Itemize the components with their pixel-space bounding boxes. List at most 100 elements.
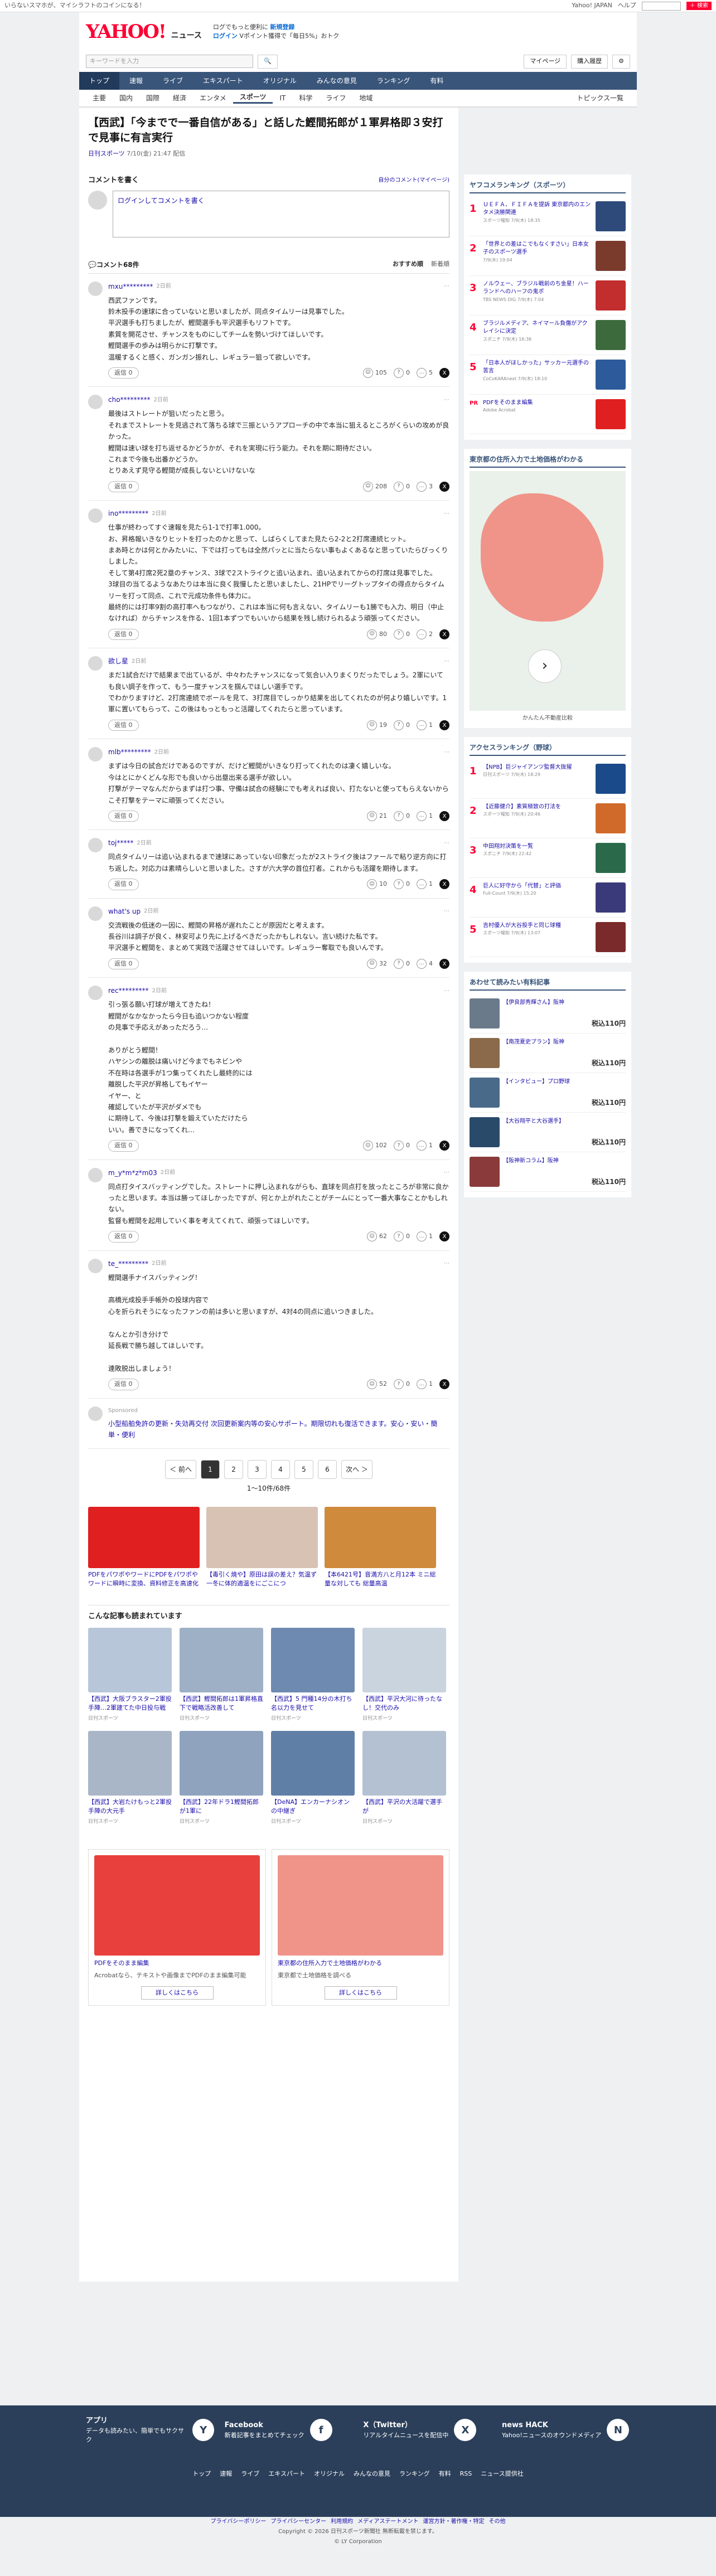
footer-link[interactable]: 有料 (439, 2470, 451, 2477)
agree-button[interactable]: ☺ 80 (367, 629, 387, 640)
nav-flash[interactable]: 速報 (119, 72, 153, 90)
ad-card[interactable]: 【毒引く焼や】原田は誤の差え？気温ず一冬に体的適温をにごこにつ (206, 1507, 318, 1588)
page-5[interactable]: 5 (294, 1460, 313, 1479)
gear-icon[interactable]: ⚙ (612, 55, 630, 69)
reply-button[interactable]: 返信 0 (108, 1379, 139, 1390)
policy-link[interactable]: メディアステートメント (357, 2519, 418, 2525)
agree-button[interactable]: ☺ 62 (367, 1231, 387, 1242)
comment-input[interactable]: ログインしてコメントを書く (113, 190, 449, 237)
page-3[interactable]: 3 (248, 1460, 267, 1479)
yahoo-japan-link[interactable]: Yahoo! JAPAN (572, 1, 612, 11)
think-button[interactable]: ? 0 (394, 1379, 410, 1390)
ranking-item[interactable]: 5 吉村優人が大谷投手と同じ球種 スポーツ報知 7/9(木) 13:07 (470, 918, 626, 957)
topics-list-link[interactable]: トピックス一覧 (570, 93, 630, 103)
comment-user[interactable]: 欲し星 (108, 656, 128, 666)
comment-user[interactable]: cho********* (108, 395, 151, 405)
think-button[interactable]: ? 0 (394, 811, 410, 822)
think-button[interactable]: ? 0 (394, 879, 410, 890)
policy-link[interactable]: 利用規約 (331, 2519, 353, 2525)
unsure-button[interactable]: … 2 (417, 629, 433, 640)
comment-user[interactable]: m_y*m*z*m03 (108, 1168, 157, 1178)
agree-button[interactable]: ☺ 19 (367, 720, 387, 731)
paid-article[interactable]: 【伊良部秀輝さん】阪神 税込110円 (470, 994, 626, 1034)
history-button[interactable]: 購入履歴 (571, 55, 608, 69)
nav-paid[interactable]: 有料 (420, 72, 453, 90)
paid-article[interactable]: 【インタビュー】プロ野球 税込110円 (470, 1073, 626, 1113)
web-search-input[interactable] (641, 1, 681, 11)
footer-link[interactable]: ランキング (399, 2470, 430, 2477)
report-link[interactable]: ⋯ (444, 510, 449, 518)
report-link[interactable]: ⋯ (444, 1168, 449, 1177)
help-link[interactable]: ヘルプ (618, 1, 636, 11)
related-article[interactable]: 【西武】鰹間拓郎は1軍昇格直下で戦略活改善して 日刊スポーツ (180, 1627, 263, 1723)
nav-opinion[interactable]: みんなの意見 (307, 72, 367, 90)
comment-user[interactable]: rec********* (108, 986, 149, 996)
paid-article[interactable]: 【阪神新コラム】阪神 税込110円 (470, 1152, 626, 1192)
page-4[interactable]: 4 (271, 1460, 290, 1479)
next-page-button[interactable]: 次へ ＞ (341, 1460, 372, 1479)
reply-button[interactable]: 返信 0 (108, 879, 139, 890)
x-share-icon[interactable]: X (439, 629, 449, 640)
cat-domestic[interactable]: 国内 (113, 93, 139, 103)
think-button[interactable]: ? 0 (394, 368, 410, 379)
cat-local[interactable]: 地域 (352, 93, 379, 103)
search-icon[interactable]: 🔍 (258, 55, 278, 69)
pr-item[interactable]: PR PDFをそのまま編集 Adobe Acrobat (470, 395, 626, 434)
think-button[interactable]: ? 0 (394, 720, 410, 731)
sort-newest-tab[interactable]: 新着順 (431, 260, 449, 269)
reply-button[interactable]: 返信 0 (108, 958, 139, 970)
agree-button[interactable]: ☺ 105 (363, 368, 387, 379)
comment-user[interactable]: te_********* (108, 1259, 148, 1269)
comment-user[interactable]: ino********* (108, 508, 148, 518)
map-ad-panel[interactable]: 東京都の住所入力で土地価格がわかる › かんたん不動産比較 (464, 448, 631, 728)
cat-life[interactable]: ライフ (319, 93, 352, 103)
sponsored-text[interactable]: 小型船舶免許の更新・失効再交付 次回更新案内等の安心サポート。期限切れも復活でき… (108, 1418, 449, 1441)
ranking-item[interactable]: 1 ＵＥＦＡ、ＦＩＦＡを提訴 東京都内のエンタメ決勝関連 スポーツ報知 7/9(木)… (470, 197, 626, 236)
ranking-item[interactable]: 4 ブラジルメディア、ネイマール負傷がアクレイシに決定 スポニチ 7/9(木) 16… (470, 316, 626, 355)
report-link[interactable]: ⋯ (444, 1259, 449, 1268)
footer-link[interactable]: ニュース提供社 (481, 2470, 523, 2477)
learn-more-button[interactable]: 詳しくはこちら (141, 1986, 214, 2000)
x-share-icon[interactable]: X (439, 1231, 449, 1242)
agree-button[interactable]: ☺ 52 (367, 1379, 387, 1390)
unsure-button[interactable]: … 4 (417, 959, 433, 969)
x-share-icon[interactable]: X (439, 811, 449, 822)
login-link[interactable]: ログイン (213, 32, 238, 40)
ranking-item[interactable]: 3 ノルウェー、ブラジル戦前のち金星！ハーランドへのハーフの鬼ポ TBS NEWS … (470, 276, 626, 316)
policy-link[interactable]: プライバシーセンター (270, 2519, 326, 2525)
unsure-button[interactable]: … 5 (417, 368, 433, 379)
footer-link[interactable]: 速報 (220, 2470, 232, 2477)
related-article[interactable]: 【西武】平沢の大活躍で選手が 日刊スポーツ (362, 1731, 446, 1826)
ranking-item[interactable]: 5 「日本人がほしかった」サッカー元選手の苦言 CoCoKARAnext 7/9(木… (470, 355, 626, 395)
report-link[interactable]: ⋯ (444, 282, 449, 290)
reply-button[interactable]: 返信 0 (108, 1231, 139, 1243)
ranking-item[interactable]: 2 【近藤健介】素質極致の打法を スポーツ報知 7/9(木) 20:46 (470, 799, 626, 838)
related-article[interactable]: 【DeNA】エンカーナシオンの中継ぎ 日刊スポーツ (271, 1731, 355, 1826)
comment-user[interactable]: what's up (108, 906, 141, 916)
policy-link[interactable]: 運営方針・著作権・特定 (423, 2519, 484, 2525)
promo-text[interactable]: いらないスマホが、マイシラフトのコインになる！ (4, 1, 145, 11)
footer-link[interactable]: RSS (460, 2470, 472, 2477)
report-link[interactable]: ⋯ (444, 839, 449, 847)
cat-sports[interactable]: スポーツ (233, 92, 273, 104)
ranking-item[interactable]: 2 「世界との差はこでもなくすさい」日本女子のスポーツ選手 7/9(木) 19:04 (470, 236, 626, 276)
footer-link[interactable]: オリジナル (314, 2470, 345, 2477)
agree-button[interactable]: ☺ 32 (367, 959, 387, 969)
reply-button[interactable]: 返信 0 (108, 810, 139, 822)
reply-button[interactable]: 返信 0 (108, 628, 139, 641)
cat-entertainment[interactable]: エンタメ (193, 93, 233, 103)
x-share-icon[interactable]: X (439, 959, 449, 969)
my-comments-link[interactable]: 自分のコメント(マイページ) (378, 176, 449, 185)
mypage-button[interactable]: マイページ (524, 55, 567, 69)
register-link[interactable]: 新規登録 (270, 23, 294, 31)
related-article[interactable]: 【西武】大岩たけもっと2軍投手陣の大元手 日刊スポーツ (88, 1731, 172, 1826)
policy-link[interactable]: プライバシーポリシー (211, 2519, 267, 2525)
footer-link[interactable]: エキスパート (268, 2470, 305, 2477)
ranking-item[interactable]: 4 巨人に好守から「代替」と評価 Full-Count 7/9(木) 15:20 (470, 878, 626, 918)
report-link[interactable]: ⋯ (444, 748, 449, 756)
agree-button[interactable]: ☺ 21 (367, 811, 387, 822)
footer-link[interactable]: みんなの意見 (354, 2470, 390, 2477)
unsure-button[interactable]: … 1 (417, 1231, 433, 1242)
report-link[interactable]: ⋯ (444, 907, 449, 915)
unsure-button[interactable]: … 1 (417, 720, 433, 731)
